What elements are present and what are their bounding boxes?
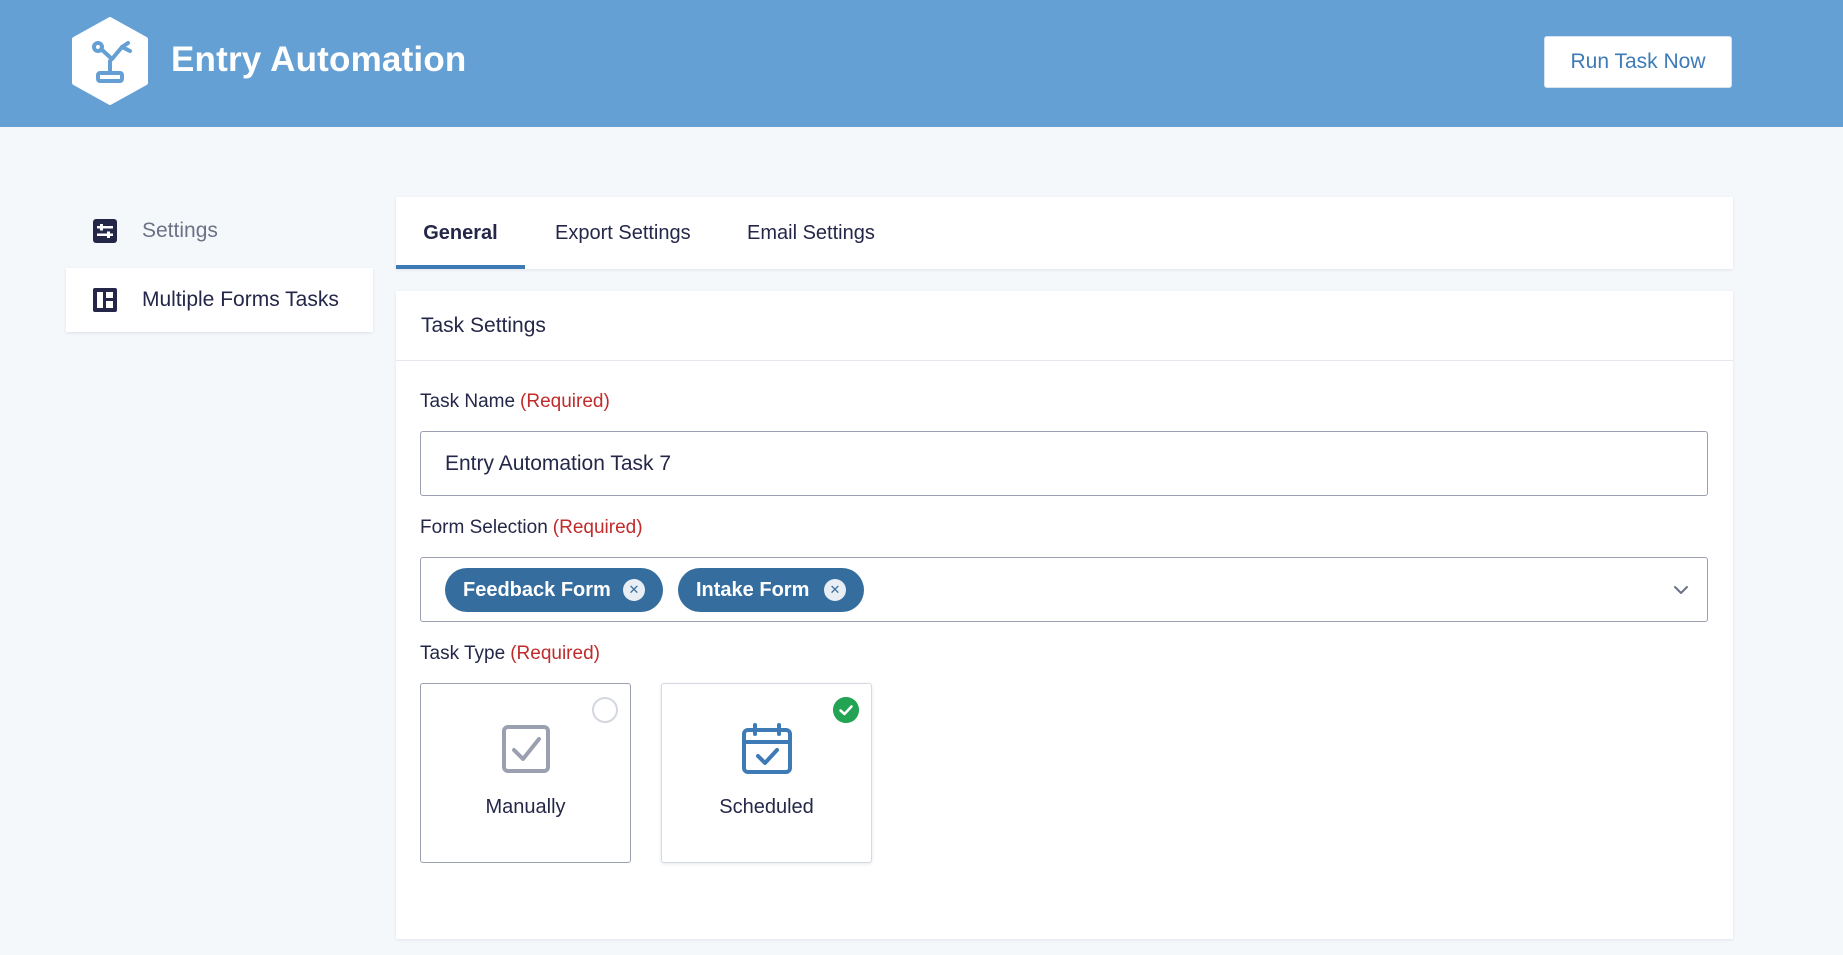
task-settings-panel: Task Settings Task Name(Required) Form S… <box>396 291 1733 939</box>
remove-chip-icon[interactable]: ✕ <box>623 579 645 601</box>
app-header: Entry Automation Run Task Now <box>0 0 1843 127</box>
field-label-text: Task Type <box>420 643 506 664</box>
task-type-label: Task Type (Required) <box>420 643 600 665</box>
form-selection-label: Form Selection (Required) <box>420 517 643 539</box>
selected-check-icon <box>833 697 859 723</box>
selected-form-chip: Intake Form ✕ <box>678 568 864 612</box>
sidebar-item-settings[interactable]: Settings <box>66 199 373 263</box>
required-marker: (Required) <box>520 391 610 412</box>
field-label-text: Task Name <box>420 391 516 412</box>
calendar-check-icon <box>742 723 792 774</box>
panel-title: Task Settings <box>396 291 1733 361</box>
task-name-input[interactable] <box>420 431 1708 496</box>
tab-export-settings[interactable]: Export Settings <box>555 197 691 269</box>
remove-chip-icon[interactable]: ✕ <box>824 579 846 601</box>
task-type-scheduled-option[interactable]: Scheduled <box>661 683 872 863</box>
required-marker: (Required) <box>552 517 643 538</box>
task-type-label-text: Scheduled <box>719 796 814 818</box>
checkbox-icon <box>502 725 550 773</box>
field-label-text: Form Selection <box>420 517 548 538</box>
layout-grid-icon <box>93 288 117 312</box>
run-task-now-button[interactable]: Run Task Now <box>1544 36 1732 88</box>
required-marker: (Required) <box>510 643 600 664</box>
chip-label: Intake Form <box>696 578 810 601</box>
tab-email-settings[interactable]: Email Settings <box>747 197 875 269</box>
task-type-manually-option[interactable]: Manually <box>420 683 631 863</box>
form-selection-select[interactable]: Feedback Form ✕ Intake Form ✕ <box>420 557 1708 622</box>
selected-form-chip: Feedback Form ✕ <box>445 568 663 612</box>
sidebar-item-multiple-forms-tasks[interactable]: Multiple Forms Tasks <box>66 268 373 332</box>
robot-arm-icon <box>72 17 148 105</box>
task-name-label: Task Name (Required) <box>420 391 610 413</box>
unselected-radio-icon <box>592 697 618 723</box>
task-type-label-text: Manually <box>485 796 566 818</box>
chevron-down-icon[interactable] <box>1671 580 1691 600</box>
chip-label: Feedback Form <box>463 578 611 601</box>
sliders-icon <box>93 219 117 243</box>
app-title: Entry Automation <box>171 40 467 79</box>
tab-general[interactable]: General <box>396 197 525 269</box>
sidebar-item-label: Settings <box>142 219 218 242</box>
settings-tabs: General Export Settings Email Settings <box>396 197 1733 269</box>
sidebar-item-label: Multiple Forms Tasks <box>142 288 339 311</box>
